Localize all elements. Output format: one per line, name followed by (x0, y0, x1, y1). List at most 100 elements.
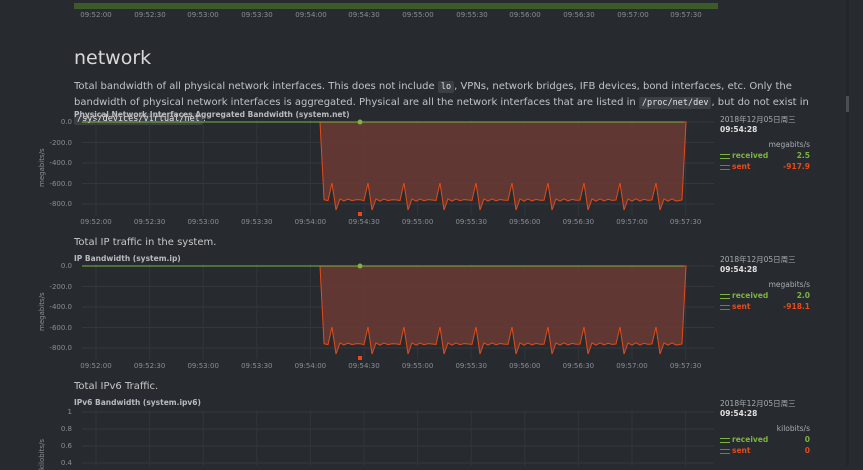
x-tick: 09:57:30 (669, 362, 702, 370)
y-tick: -400.0 (49, 303, 72, 311)
y-tick: -600.0 (49, 323, 72, 332)
x-tick: 09:57:00 (616, 218, 648, 226)
received-marker (357, 119, 363, 125)
received-swatch (720, 437, 730, 443)
y-tick: -800.0 (49, 344, 72, 352)
x-tick: 09:56:30 (562, 362, 595, 370)
chart-ip-bandwidth[interactable] (82, 263, 714, 360)
sent-marker (358, 356, 362, 360)
y-tick: -800.0 (49, 200, 72, 208)
legend-received-label: received (732, 151, 769, 160)
y-tick: 0.0 (60, 118, 72, 126)
sent-area (82, 266, 686, 354)
scrollbar-thumb[interactable] (846, 96, 849, 112)
legend-sent-value: 0 (804, 446, 810, 455)
legend-sent-value: -918.1 (783, 302, 810, 311)
desc-text: , but do not exist in (711, 97, 809, 108)
x-tick: 09:53:30 (241, 362, 273, 370)
x-tick: 09:56:30 (562, 218, 595, 226)
x-tick: 09:52:30 (133, 362, 166, 370)
section-title: network (74, 46, 152, 69)
x-tick: 09:54:00 (295, 11, 327, 19)
legend-received-label: received (732, 291, 769, 300)
legend-sent[interactable]: sent 0 (720, 446, 810, 455)
legend-time: 09:54:28 (720, 125, 758, 134)
legend-units: megabits/s (768, 280, 810, 289)
x-tick: 09:52:00 (80, 218, 112, 226)
x-tick: 09:57:00 (616, 362, 648, 370)
chart-description: Total IP traffic in the system. (74, 237, 217, 248)
code-proc-net-dev: /proc/net/dev (638, 97, 712, 109)
x-tick: 09:55:30 (455, 362, 487, 370)
chart-legend: 2018年12月05日周三 09:54:28 megabits/s receiv… (720, 114, 810, 171)
legend-date: 2018年12月05日周三 (720, 255, 796, 264)
legend-sent[interactable]: sent -917.9 (720, 162, 810, 171)
legend-date: 2018年12月05日周三 (720, 115, 796, 124)
legend-received-label: received (732, 435, 769, 444)
x-tick: 09:52:00 (80, 362, 112, 370)
scrollbar[interactable] (846, 0, 849, 466)
x-tick: 09:53:00 (187, 218, 219, 226)
x-tick: 09:53:00 (187, 362, 219, 370)
legend-received-value: 2.0 (796, 291, 810, 300)
received-swatch (720, 293, 730, 299)
x-tick: 09:52:00 (80, 11, 112, 19)
chart-legend: 2018年12月05日周三 09:54:28 kilobits/s receiv… (720, 398, 810, 455)
x-tick: 09:54:30 (348, 218, 380, 226)
y-tick: 0.8 (60, 425, 72, 433)
legend-sent-label: sent (732, 446, 751, 455)
x-tick: 09:55:00 (402, 11, 434, 19)
legend-received[interactable]: received 0 (720, 435, 810, 444)
x-tick: 09:52:30 (133, 218, 166, 226)
desc-text: Total bandwidth of all physical network … (74, 81, 438, 92)
legend-received-value: 2.5 (796, 151, 810, 160)
x-tick: 09:57:00 (617, 11, 649, 19)
x-tick: 09:57:30 (670, 11, 702, 19)
previous-chart-strip (74, 3, 718, 9)
x-tick: 09:56:30 (563, 11, 595, 19)
sent-area (82, 122, 686, 210)
sent-swatch (720, 304, 730, 310)
sent-marker (358, 212, 362, 216)
legend-sent-label: sent (732, 302, 751, 311)
chart-network-bandwidth[interactable] (82, 119, 714, 216)
x-tick: 09:54:30 (348, 11, 380, 19)
y-tick: -400.0 (49, 159, 72, 167)
y-tick: 0.6 (60, 442, 72, 450)
chart-title: Physical Network Interfaces Aggregated B… (74, 110, 350, 119)
x-tick: 09:53:30 (241, 11, 273, 19)
x-tick: 09:56:00 (509, 11, 541, 19)
x-tick: 09:57:30 (669, 218, 702, 226)
legend-sent[interactable]: sent -918.1 (720, 302, 810, 311)
previous-chart-axis: 09:52:00 09:52:30 09:53:00 09:53:30 09:5… (0, 11, 863, 21)
y-tick: -600.0 (49, 179, 72, 188)
x-tick: 09:56:00 (509, 218, 541, 226)
legend-units: kilobits/s (776, 424, 810, 433)
legend-units: megabits/s (768, 140, 810, 149)
x-tick: 09:55:00 (401, 218, 434, 226)
legend-received[interactable]: received 2.0 (720, 291, 810, 300)
x-tick: 09:55:00 (401, 362, 434, 370)
y-tick: -200.0 (49, 282, 72, 291)
chart-ipv6-bandwidth[interactable] (82, 410, 714, 466)
code-lo: lo (437, 81, 455, 93)
y-tick: -200.0 (49, 138, 72, 147)
chart-title: IP Bandwidth (system.ip) (74, 254, 181, 263)
chart-legend: 2018年12月05日周三 09:54:28 megabits/s receiv… (720, 254, 810, 311)
legend-received-value: 0 (804, 435, 810, 444)
legend-date: 2018年12月05日周三 (720, 399, 796, 408)
x-tick: 09:54:00 (294, 218, 327, 226)
chart-title: IPv6 Bandwidth (system.ipv6) (74, 398, 201, 407)
x-tick: 09:56:00 (509, 362, 541, 370)
received-swatch (720, 153, 730, 159)
y-tick: 0.0 (60, 262, 72, 270)
legend-time: 09:54:28 (720, 265, 758, 274)
legend-sent-value: -917.9 (783, 162, 810, 171)
legend-received[interactable]: received 2.5 (720, 151, 810, 160)
x-tick: 09:54:00 (294, 362, 327, 370)
x-tick: 09:53:30 (241, 218, 273, 226)
sent-swatch (720, 448, 730, 454)
x-tick: 09:55:30 (455, 218, 487, 226)
x-tick: 09:54:30 (348, 362, 380, 370)
legend-time: 09:54:28 (720, 409, 758, 418)
